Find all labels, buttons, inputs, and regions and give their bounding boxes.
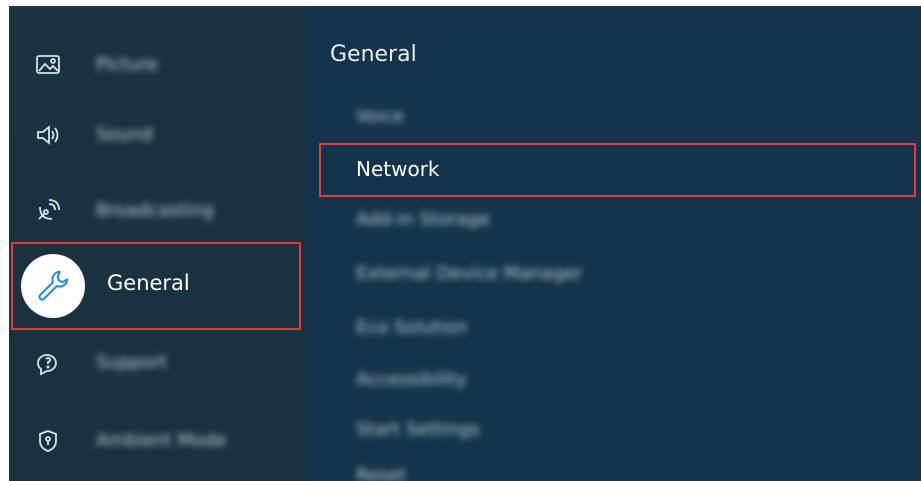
- menu-item-label: Accessibility: [356, 369, 467, 390]
- picture-icon: [35, 52, 61, 78]
- broadcasting-icon: [35, 198, 61, 224]
- sound-icon: [35, 122, 61, 148]
- menu-item-voice[interactable]: Voice: [320, 93, 916, 143]
- sidebar-item-picture[interactable]: Picture: [9, 30, 306, 98]
- menu-item-eco-solution[interactable]: Eco Solution: [320, 304, 916, 354]
- menu-item-add-in-storage[interactable]: Add-in Storage: [320, 196, 916, 246]
- menu-item-start-settings[interactable]: Start Settings: [320, 406, 916, 456]
- sidebar-item-label: Broadcasting: [96, 200, 215, 221]
- menu-item-label: Add-in Storage: [356, 209, 490, 230]
- menu-item-reset[interactable]: Reset: [320, 452, 916, 481]
- menu-item-label: Eco Solution: [356, 317, 468, 338]
- sidebar-item-sound[interactable]: Sound: [9, 100, 306, 168]
- wrench-icon: [21, 254, 85, 318]
- sidebar-item-label: Ambient Mode: [96, 430, 227, 451]
- sidebar-item-broadcasting[interactable]: Broadcasting: [9, 176, 306, 244]
- sidebar-item-label: Picture: [96, 54, 158, 75]
- menu-item-label: Voice: [356, 106, 404, 127]
- page-title: General: [330, 42, 417, 67]
- menu-item-external-device-manager[interactable]: External Device Manager: [320, 250, 916, 300]
- menu-item-label: Reset: [356, 465, 407, 481]
- sidebar-item-support[interactable]: Support: [9, 328, 306, 396]
- sidebar-item-general[interactable]: General: [11, 242, 301, 330]
- sidebar-item-label: Sound: [96, 124, 153, 145]
- shield-icon: [35, 428, 61, 454]
- sidebar-item-label: Support: [96, 352, 168, 373]
- tv-settings-screen: Picture Sound Broadcasting General Suppo…: [9, 6, 921, 481]
- menu-item-accessibility[interactable]: Accessibility: [320, 356, 916, 406]
- general-settings-panel: General Voice Network Add-in Storage Ext…: [306, 6, 921, 481]
- menu-item-label: External Device Manager: [356, 263, 583, 284]
- settings-sidebar: Picture Sound Broadcasting General Suppo…: [9, 6, 306, 481]
- menu-item-network[interactable]: Network: [319, 143, 916, 197]
- support-icon: [35, 350, 61, 376]
- menu-item-label: Network: [356, 157, 440, 181]
- sidebar-item-label: General: [107, 271, 190, 295]
- menu-item-label: Start Settings: [356, 419, 480, 440]
- sidebar-item-ambient-mode[interactable]: Ambient Mode: [9, 406, 306, 474]
